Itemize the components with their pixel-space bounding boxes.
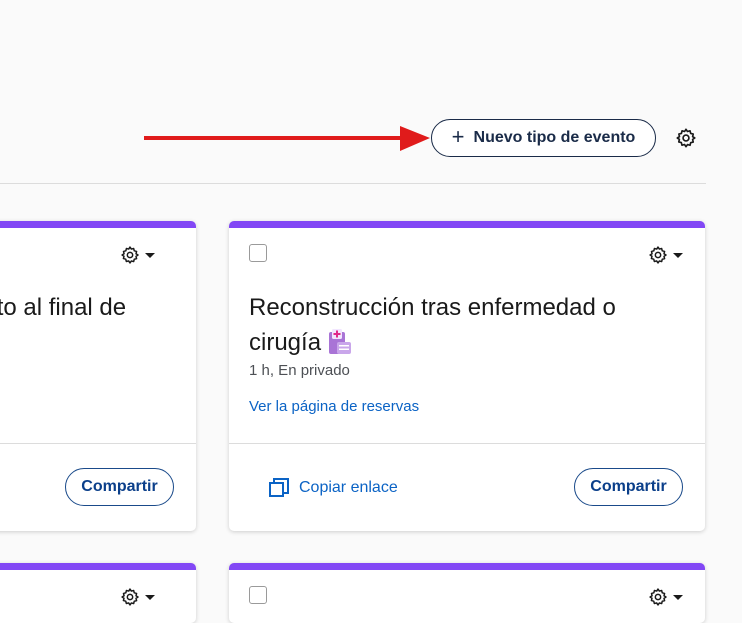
event-title: ento al final de bbox=[0, 294, 127, 321]
gear-icon[interactable] bbox=[675, 127, 697, 149]
select-checkbox[interactable] bbox=[249, 586, 267, 604]
copy-link-label: Copiar enlace bbox=[299, 479, 398, 496]
card-settings-menu[interactable] bbox=[648, 245, 683, 265]
chevron-down-icon bbox=[673, 594, 683, 600]
copy-link-button[interactable]: Copiar enlace bbox=[269, 478, 398, 498]
new-event-type-label: Nuevo tipo de evento bbox=[473, 129, 636, 146]
share-button[interactable]: Compartir bbox=[574, 468, 683, 506]
chevron-down-icon bbox=[673, 252, 683, 258]
event-type-card: Reconstrucción tras enfermedad o cirugía… bbox=[229, 221, 705, 531]
event-title: Reconstrucción tras enfermedad o cirugía bbox=[249, 290, 689, 360]
plus-icon: + bbox=[451, 124, 465, 149]
share-button[interactable]: Compartir bbox=[65, 468, 174, 506]
gear-icon bbox=[649, 588, 667, 606]
copy-icon bbox=[269, 478, 289, 497]
chevron-down-icon bbox=[145, 594, 155, 600]
event-type-card bbox=[0, 563, 196, 623]
booking-page-link[interactable]: Ver la página de reservas bbox=[249, 398, 419, 415]
card-footer-divider bbox=[229, 443, 705, 444]
card-settings-menu[interactable] bbox=[120, 245, 155, 265]
event-type-card: ento al final de Compartir bbox=[0, 221, 196, 531]
event-type-card bbox=[229, 563, 705, 623]
header-divider bbox=[0, 183, 706, 184]
gear-icon bbox=[121, 246, 139, 264]
event-title-text: Reconstrucción tras enfermedad o cirugía bbox=[249, 294, 616, 356]
gear-icon bbox=[121, 588, 139, 606]
hospital-icon bbox=[329, 328, 352, 354]
card-settings-menu[interactable] bbox=[648, 587, 683, 607]
card-footer-divider bbox=[0, 443, 196, 444]
gear-icon bbox=[649, 246, 667, 264]
select-checkbox[interactable] bbox=[249, 244, 267, 262]
chevron-down-icon bbox=[145, 252, 155, 258]
card-settings-menu[interactable] bbox=[120, 587, 155, 607]
new-event-type-button[interactable]: + Nuevo tipo de evento bbox=[431, 119, 656, 157]
event-duration: 1 h, En privado bbox=[249, 362, 350, 379]
annotation-arrow bbox=[144, 126, 430, 151]
